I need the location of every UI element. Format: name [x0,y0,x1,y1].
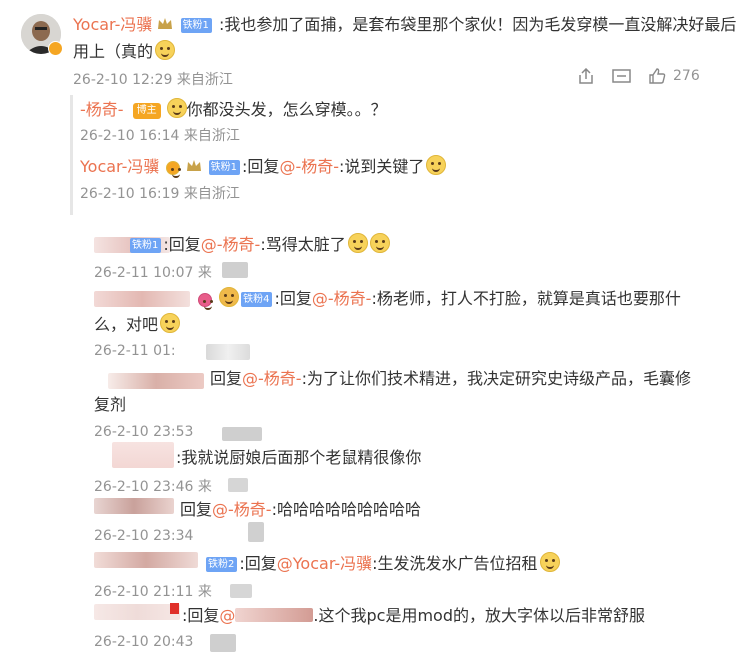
sub-reply-time: 26-2-10 23:34 [94,528,194,544]
sub-reply-time: 26-2-10 21:11 来 [94,584,212,600]
reply-text: 你都没头发，怎么穿模。。？ [186,100,387,119]
badge-icon [219,287,240,307]
sub-reply-1: 铁粉1:回复@-杨奇-:骂得太脏了 [128,233,390,256]
mention-link[interactable]: @ [219,606,235,625]
fan-badge: 铁粉2 [206,557,238,572]
redacted-block [228,478,248,492]
redacted-username [94,552,198,568]
mention-link[interactable]: @Yocar-冯骥 [277,554,372,573]
mention-link[interactable]: @-杨奇- [212,500,272,519]
reply-text: :我就说厨娘后面那个老鼠精很像你 [176,448,422,467]
fan-badge: 铁粉4 [241,292,273,307]
doge-emoji-icon [155,40,176,60]
doge-emoji-icon [347,233,368,253]
sub-reply-3: 回复@-杨奇-:为了让你们技术精进，我决定研究史诗级产品，毛囊修 [210,368,691,390]
reply-time: 26-2-10 16:14 来自浙江 [80,128,240,144]
like-icon[interactable] [648,67,666,85]
fan-badge: 铁粉1 [130,238,162,253]
crown-icon [186,160,201,171]
verified-icon [198,293,212,310]
reply-text: :骂得太脏了 [260,235,346,254]
sub-reply-time: 26-2-10 23:53 [94,424,194,440]
redacted-mention [235,608,314,622]
reply-text: :生发洗发水广告位招租 [372,554,538,573]
reply-author[interactable]: -杨奇- [80,100,124,119]
reply-2: Yocar-冯骥 铁粉1:回复@-杨奇-:说到关键了 [80,155,447,178]
redacted-username [94,604,180,620]
reply-prefix: :回复 [163,235,201,254]
doge-emoji-icon [369,233,390,253]
comment-author[interactable]: Yocar-冯骥 [73,15,152,34]
red-mark [170,603,179,614]
redacted-block [230,584,252,598]
host-badge: 博主 [132,103,161,119]
redacted-username [112,442,174,468]
fan-badge: 铁粉1 [180,18,212,33]
reply-text: :说到关键了 [339,157,425,176]
sub-reply-2: 铁粉4:回复@-杨奇-:杨老师，打人不打脸，就算是真话也要那什 [196,287,681,310]
verified-icon [166,161,181,178]
main-comment-line1: Yocar-冯骥 铁粉1 :我也参加了面捕，是套布袋里那个家伙！因为毛发穿模一直… [73,14,736,36]
redacted-block [222,262,248,278]
redacted-username [94,498,174,514]
sub-reply-3-cont: 复剂 [94,394,126,416]
reply-prefix: :回复 [182,606,220,625]
redacted-block [210,634,236,652]
share-icon[interactable] [577,68,595,86]
comment-icon[interactable] [612,68,631,86]
sub-reply-time: 26-2-10 23:46 来 [94,479,212,495]
mention-link[interactable]: @-杨奇- [312,289,372,308]
reply-prefix: :回复 [242,157,280,176]
redacted-block [206,344,250,360]
reply-1: -杨奇- 博主 你都没头发，怎么穿模。。？ [80,98,387,121]
redacted-block [222,427,262,441]
mention-link[interactable]: @-杨奇- [242,369,302,388]
mention-link[interactable]: @-杨奇- [279,157,339,176]
sub-reply-time: 26-2-11 10:07 来 [94,265,212,281]
redacted-username [94,291,190,307]
sub-reply-time: 26-2-11 01: [94,343,176,359]
reply-text-cont: 复剂 [94,395,127,414]
sub-reply-4: :我就说厨娘后面那个老鼠精很像你 [176,447,421,469]
sub-reply-2-cont: 么，对吧 [94,313,181,336]
sweat-emoji-icon [166,98,187,118]
sub-reply-time: 26-2-10 20:43 [94,634,194,650]
reply-text: :为了让你们技术精进，我决定研究史诗级产品，毛囊修 [301,369,691,388]
main-comment-line2: 用上（真的 [73,40,176,63]
comment-text-cont: 用上（真的 [73,42,154,61]
comment-time: 26-2-10 12:29 来自浙江 [73,72,233,88]
reply-text: :杨老师，打人不打脸，就算是真话也要那什 [371,289,681,308]
reply-time: 26-2-10 16:19 来自浙江 [80,186,240,202]
reply-text: :哈哈哈哈哈哈哈哈哈 [271,500,421,519]
sub-reply-6: 铁粉2:回复@Yocar-冯骥:生发洗发水广告位招租 [204,552,560,575]
doge-emoji-icon [160,313,181,333]
reply-thread-bar [70,95,73,215]
reply-prefix: :回复 [274,289,312,308]
redacted-username [108,373,204,389]
reply-author[interactable]: Yocar-冯骥 [80,157,159,176]
reply-prefix: 回复 [210,369,243,388]
fan-badge: 铁粉1 [208,160,241,175]
mention-link[interactable]: @-杨奇- [201,235,261,254]
comment-text: :我也参加了面捕，是套布袋里那个家伙！因为毛发穿模一直没解决好最后没 [219,15,736,34]
reply-text: .这个我pc是用mod的，放大字体以后非常舒服 [313,606,645,625]
surprised-emoji-icon [426,155,447,175]
reply-prefix: 回复 [180,500,213,519]
sub-reply-7: :回复@ .这个我pc是用mod的，放大字体以后非常舒服 [182,605,645,627]
verified-icon [48,41,63,56]
reply-text-cont: 么，对吧 [94,315,159,334]
sub-reply-5: 回复@-杨奇-:哈哈哈哈哈哈哈哈哈 [180,499,421,521]
reply-prefix: :回复 [239,554,277,573]
crown-icon [158,18,173,29]
redacted-block [248,522,264,542]
like-count: 276 [673,68,700,84]
wave-emoji-icon [539,552,560,572]
